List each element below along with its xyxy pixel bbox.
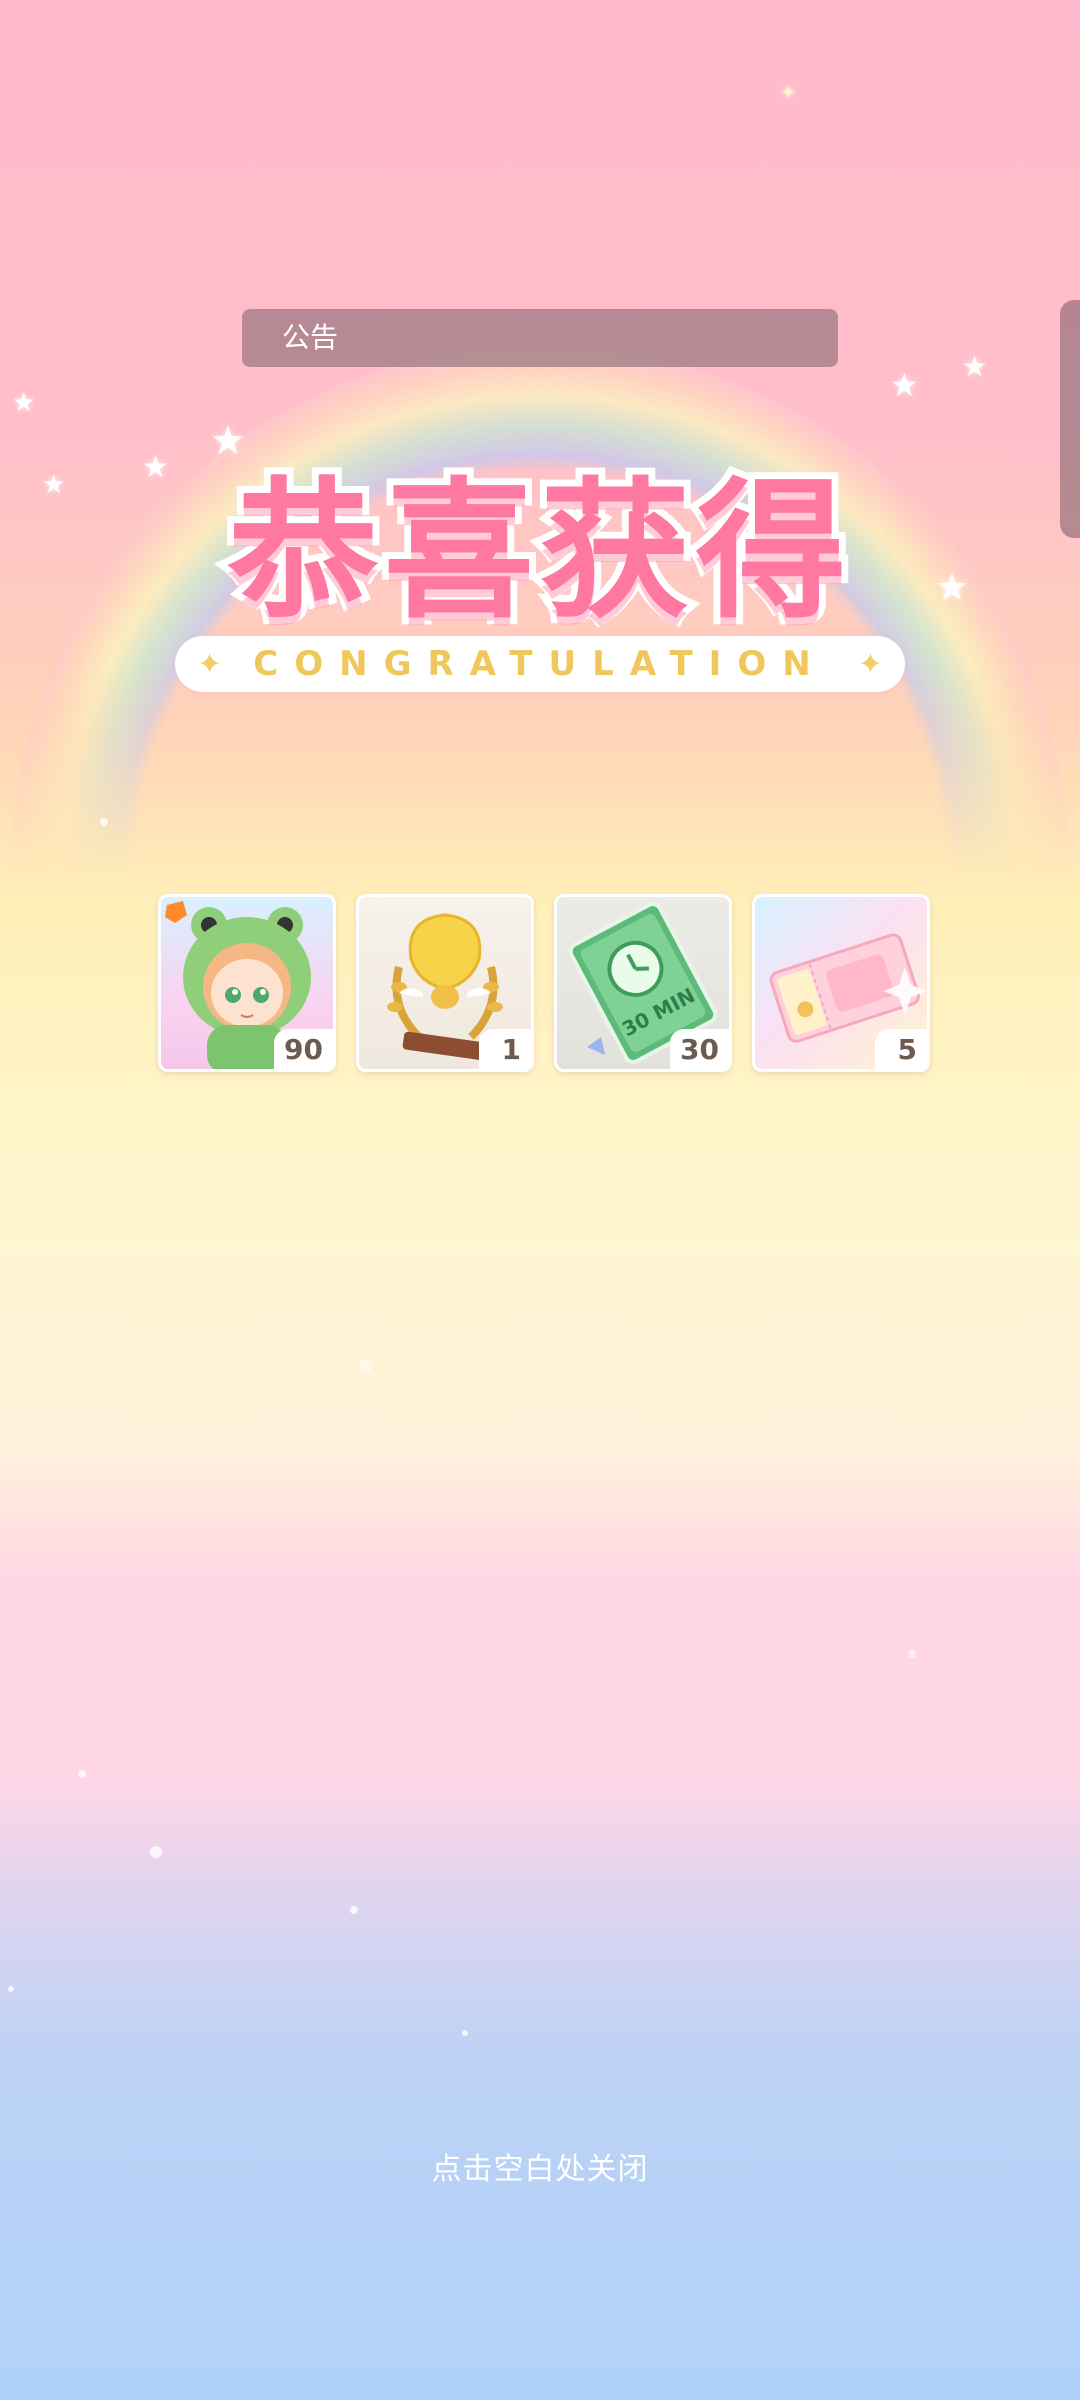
sparkle <box>78 1770 86 1778</box>
congratulation-text: CONGRATULATION <box>253 644 827 684</box>
sparkle-icon: ✦ <box>857 646 883 682</box>
congratulation-banner: ✦ CONGRATULATION ✦ <box>175 636 905 692</box>
star-icon: ★ <box>890 366 919 404</box>
sparkle <box>100 818 108 826</box>
reward-item[interactable]: 1 <box>356 894 534 1072</box>
sparkle <box>462 2030 468 2036</box>
star-icon: ✦ <box>780 80 797 104</box>
reward-count: 90 <box>274 1029 333 1069</box>
reward-item[interactable]: 90 <box>158 894 336 1072</box>
sparkle <box>350 1906 358 1914</box>
notice-bar[interactable]: 公告 <box>242 309 838 367</box>
sparkle <box>908 1650 916 1658</box>
notice-label: 公告 <box>282 321 339 354</box>
reward-item[interactable]: 5 <box>752 894 930 1072</box>
reward-count: 5 <box>875 1029 927 1069</box>
star-icon: ★ <box>962 350 988 383</box>
star-icon: ★ <box>12 388 36 418</box>
reward-item[interactable]: 30 MIN 30 <box>554 894 732 1072</box>
sparkle <box>8 1986 14 1992</box>
sparkle-icon: ✦ <box>197 646 223 682</box>
reward-list: 90 1 30 MIN 30 5 <box>158 894 930 1072</box>
close-hint[interactable]: 点击空白处关闭 <box>0 2144 1080 2188</box>
sparkle <box>360 1360 372 1372</box>
reward-count: 1 <box>479 1029 531 1069</box>
reward-count: 30 <box>670 1029 729 1069</box>
sparkle <box>150 1846 162 1858</box>
page-title: 恭喜获得 <box>227 465 852 639</box>
